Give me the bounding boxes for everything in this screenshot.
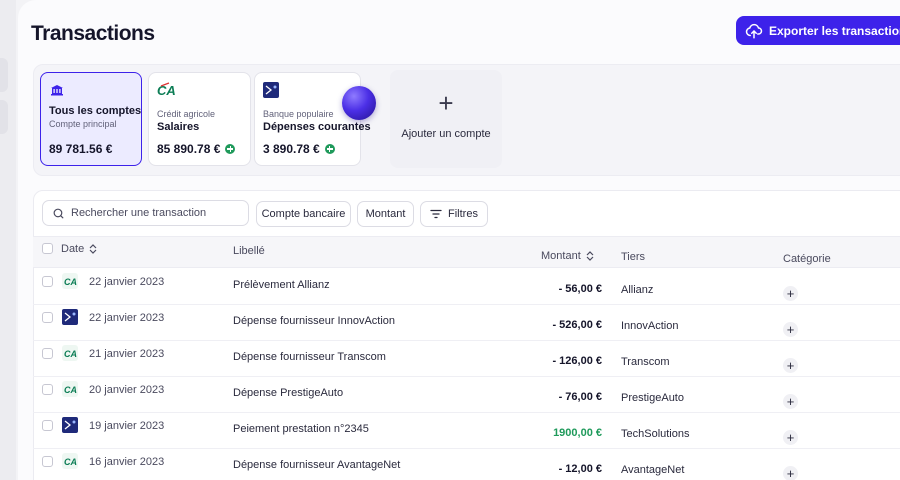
row-date: 21 janvier 2023: [89, 348, 165, 360]
row-divider: [33, 376, 900, 377]
row-checkbox[interactable]: [42, 384, 53, 395]
account-amount: 3 890.78 €: [263, 142, 335, 156]
credit-agricole-logo: CA: [157, 82, 176, 98]
sort-icon: [586, 251, 594, 261]
row-checkbox[interactable]: [42, 456, 53, 467]
sidebar-nub[interactable]: [0, 58, 8, 92]
bank-icon: [51, 85, 63, 96]
add-category-button[interactable]: +: [783, 358, 798, 373]
account-name: Tous les comptes: [49, 105, 142, 117]
row-label[interactable]: Dépense fournisseur AvantageNet: [233, 459, 400, 471]
row-date: 19 janvier 2023: [89, 420, 165, 432]
account-card-all[interactable]: Tous les comptes Compte principal 89 781…: [40, 72, 142, 166]
sort-icon: [89, 244, 97, 254]
credit-agricole-logo: CA: [62, 381, 78, 397]
search-icon: [53, 208, 64, 218]
row-checkbox[interactable]: [42, 276, 53, 287]
svg-text:CA: CA: [64, 349, 77, 359]
row-party: TechSolutions: [621, 428, 690, 440]
app-sidebar-edge: [0, 0, 16, 480]
column-party: Tiers: [621, 251, 646, 263]
sidebar-nub[interactable]: [0, 100, 8, 134]
account-bank: Banque populaire: [263, 109, 334, 119]
account-card-salaires[interactable]: CA Crédit agricole Salaires 85 890.78 €: [148, 72, 251, 166]
row-amount: - 12,00 €: [558, 463, 602, 475]
add-account-label: Ajouter un compte: [401, 128, 491, 140]
row-divider: [33, 304, 900, 305]
column-date[interactable]: Date: [61, 243, 97, 255]
row-party: InnovAction: [621, 320, 679, 332]
row-amount: - 76,00 €: [558, 391, 602, 403]
cloud-upload-icon: [745, 23, 763, 38]
add-category-button[interactable]: +: [783, 322, 798, 337]
add-category-button[interactable]: +: [783, 286, 798, 301]
page-title: Transactions: [31, 22, 155, 45]
assistant-orb[interactable]: [342, 86, 376, 120]
account-name: Dépenses courantes: [263, 121, 371, 133]
svg-text:CA: CA: [64, 277, 77, 287]
filters-button[interactable]: Filtres: [420, 201, 488, 227]
row-checkbox[interactable]: [42, 420, 53, 431]
row-divider: [33, 412, 900, 413]
row-date: 22 janvier 2023: [89, 276, 165, 288]
row-date: 16 janvier 2023: [89, 456, 165, 468]
row-divider: [33, 340, 900, 341]
search-placeholder: Rechercher une transaction: [71, 207, 207, 219]
row-checkbox[interactable]: [42, 312, 53, 323]
row-checkbox[interactable]: [42, 348, 53, 359]
row-party: PrestigeAuto: [621, 392, 684, 404]
export-label: Exporter les transactions: [769, 23, 900, 38]
add-icon[interactable]: [225, 144, 236, 154]
account-name: Salaires: [157, 121, 200, 133]
column-category: Catégorie: [783, 253, 831, 265]
add-category-button[interactable]: +: [783, 430, 798, 445]
column-label: Libellé: [233, 245, 265, 257]
column-amount[interactable]: Montant: [541, 250, 594, 262]
table-header: [33, 236, 900, 268]
account-amount: 85 890.78 €: [157, 142, 236, 156]
row-label[interactable]: Prélèvement Allianz: [233, 279, 330, 291]
select-all-checkbox[interactable]: [42, 243, 53, 254]
row-date: 22 janvier 2023: [89, 312, 165, 324]
row-label[interactable]: Peiement prestation n°2345: [233, 423, 369, 435]
account-bank: Crédit agricole: [157, 109, 216, 119]
filter-chip-account[interactable]: Compte bancaire: [256, 201, 351, 227]
export-transactions-button[interactable]: Exporter les transactions: [736, 16, 900, 45]
search-input[interactable]: Rechercher une transaction: [42, 200, 249, 226]
row-amount: - 126,00 €: [552, 355, 602, 367]
add-account-button[interactable]: + Ajouter un compte: [390, 70, 502, 168]
row-party: Allianz: [621, 284, 654, 296]
credit-agricole-logo: CA: [62, 273, 78, 289]
row-label[interactable]: Dépense fournisseur InnovAction: [233, 315, 395, 327]
account-amount: 89 781.56 €: [49, 142, 113, 156]
credit-agricole-logo: CA: [62, 345, 78, 361]
plus-icon: +: [438, 88, 454, 118]
add-category-button[interactable]: +: [783, 394, 798, 409]
row-label[interactable]: Dépense fournisseur Transcom: [233, 351, 386, 363]
banque-populaire-logo: [62, 309, 78, 325]
banque-populaire-logo: [62, 417, 78, 433]
transactions-panel: [33, 190, 900, 480]
row-amount: - 56,00 €: [558, 283, 602, 295]
banque-populaire-logo: [263, 82, 279, 98]
filter-chip-amount[interactable]: Montant: [357, 201, 414, 227]
account-sub: Compte principal: [49, 119, 117, 129]
row-party: AvantageNet: [621, 464, 685, 476]
svg-text:CA: CA: [64, 457, 77, 467]
row-divider: [33, 448, 900, 449]
svg-text:CA: CA: [64, 385, 77, 395]
svg-text:CA: CA: [157, 83, 176, 98]
row-amount: 1900,00 €: [553, 427, 602, 439]
credit-agricole-logo: CA: [62, 453, 78, 469]
add-icon[interactable]: [324, 144, 335, 154]
row-label[interactable]: Dépense PrestigeAuto: [233, 387, 343, 399]
row-amount: - 526,00 €: [552, 319, 602, 331]
row-party: Transcom: [621, 356, 670, 368]
account-card-depenses[interactable]: Banque populaire Dépenses courantes 3 89…: [254, 72, 371, 166]
add-category-button[interactable]: +: [783, 466, 798, 480]
row-date: 20 janvier 2023: [89, 384, 165, 396]
filter-icon: [430, 209, 442, 219]
